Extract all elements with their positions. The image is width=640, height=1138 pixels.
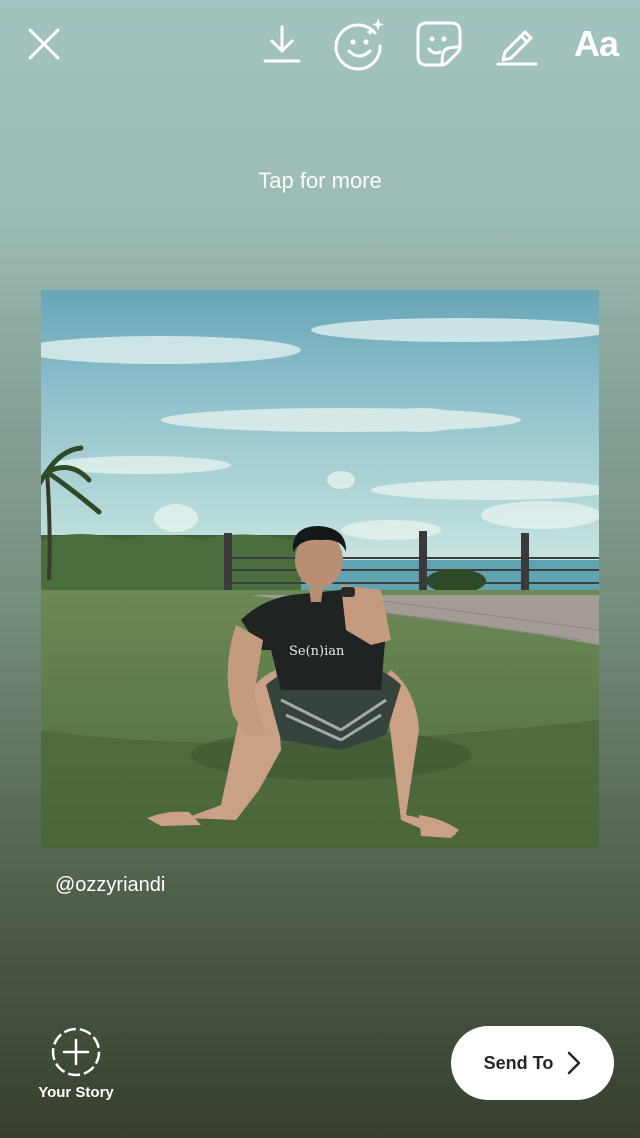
story-editor-screen: Aa Tap for more Se(n)ian @ozzyriandi You… bbox=[0, 0, 640, 1138]
post-username[interactable]: @ozzyriandi bbox=[55, 874, 165, 897]
face-filter-button[interactable] bbox=[332, 16, 388, 72]
top-toolbar: Aa bbox=[0, 0, 640, 90]
text-icon: Aa bbox=[573, 23, 619, 64]
add-story-icon bbox=[51, 1027, 101, 1077]
draw-icon bbox=[496, 30, 538, 66]
close-button[interactable] bbox=[16, 16, 72, 72]
sticker-icon bbox=[416, 21, 462, 67]
download-button[interactable] bbox=[254, 16, 310, 72]
shirt-text: Se(n)ian bbox=[289, 644, 345, 659]
text-tool-button[interactable]: Aa bbox=[566, 16, 626, 72]
chevron-right-icon bbox=[568, 1051, 581, 1075]
tap-for-more-hint[interactable]: Tap for more bbox=[0, 168, 640, 194]
shared-post-image[interactable]: Se(n)ian bbox=[41, 290, 599, 848]
download-icon bbox=[263, 25, 301, 63]
send-to-label: Send To bbox=[483, 1052, 554, 1073]
your-story-label: Your Story bbox=[38, 1084, 114, 1101]
post-photo: Se(n)ian bbox=[41, 290, 599, 848]
your-story-button[interactable]: Your Story bbox=[30, 1022, 122, 1106]
face-sparkle-icon bbox=[334, 18, 384, 71]
close-icon bbox=[28, 28, 60, 60]
sticker-button[interactable] bbox=[411, 16, 467, 72]
draw-button[interactable] bbox=[489, 16, 545, 72]
send-to-button[interactable]: Send To bbox=[451, 1026, 614, 1100]
